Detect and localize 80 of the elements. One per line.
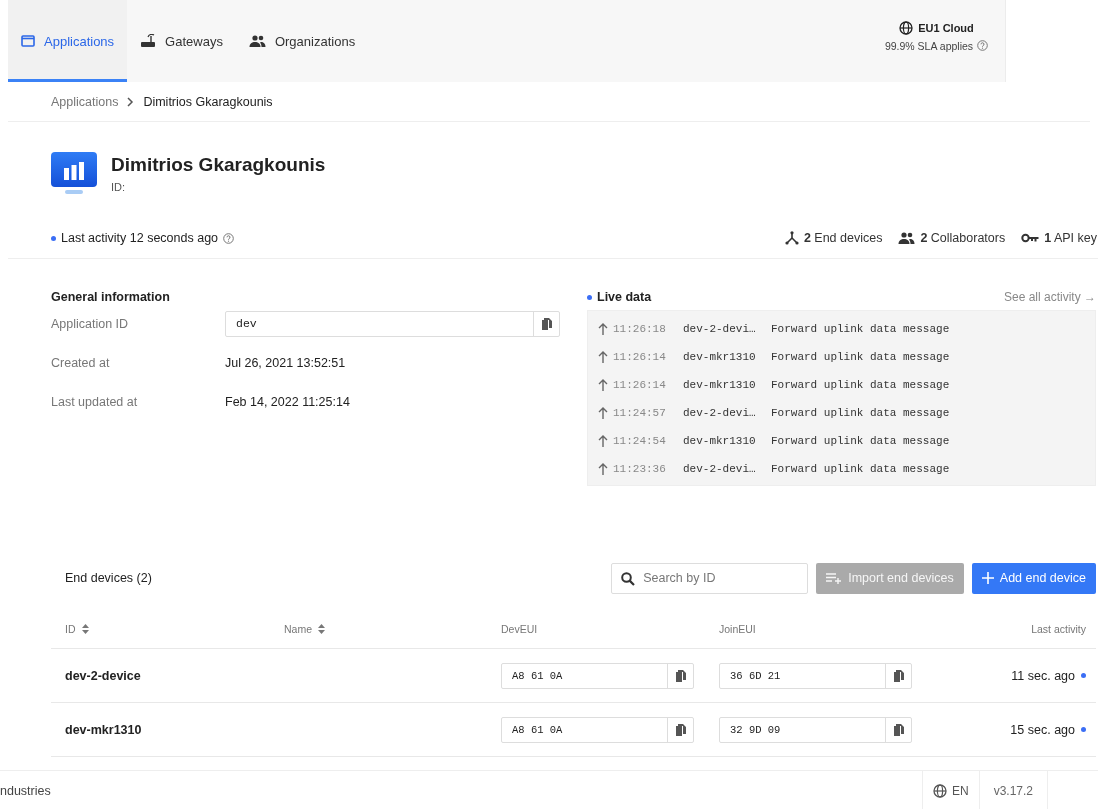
event-message: Forward uplink data message (771, 435, 950, 447)
device-id: dev-mkr1310 (65, 722, 142, 737)
arrow-up-icon (598, 407, 608, 419)
table-title: End devices (2) (64, 571, 152, 585)
event-time: 11:26:14 (613, 379, 667, 391)
event-message: Forward uplink data message (771, 379, 950, 391)
router-icon[interactable] (140, 34, 157, 48)
key-icon (1021, 233, 1040, 243)
help-icon[interactable] (223, 232, 235, 244)
field-value: Feb 14, 2022 11:25:14 (225, 394, 350, 409)
arrow-up-icon (598, 379, 608, 391)
event-message: Forward uplink data message (771, 323, 950, 335)
chevron-icon (127, 96, 135, 107)
arrow-up-icon (598, 435, 608, 447)
section-title: Live data (597, 290, 652, 304)
last-activity-cell: 11 sec. ago (1011, 668, 1075, 683)
footer-text: ndustries (0, 783, 51, 798)
last-activity-text: Last activity 12 seconds ago (61, 231, 219, 245)
id-label: ID: (111, 181, 127, 193)
event-time: 11:23:36 (613, 463, 667, 475)
field-label: Created at (51, 355, 111, 370)
section-title: General information (51, 290, 171, 304)
status-dot (51, 235, 56, 241)
event-device: dev-mkr1310 (683, 351, 757, 363)
status-dot (1081, 727, 1086, 732)
event-time: 11:24:57 (613, 407, 667, 419)
event-device: dev-2-devi… (683, 463, 757, 475)
event-device: dev-2-devi… (683, 407, 757, 419)
event-message: Forward uplink data message (771, 463, 950, 475)
application-icon (51, 152, 97, 196)
event-device: dev-mkr1310 (683, 379, 757, 391)
people-icon[interactable] (248, 35, 266, 47)
branch-icon (784, 231, 799, 245)
event-time: 11:26:18 (613, 323, 667, 335)
field-label: Last updated at (51, 394, 139, 409)
arrow-up-icon (598, 351, 608, 363)
see-all-activity-link[interactable]: See all activity → (1003, 290, 1096, 304)
event-device: dev-mkr1310 (683, 435, 757, 447)
event-message: Forward uplink data message (771, 407, 950, 419)
nav-tab[interactable]: Gateways (127, 0, 236, 82)
plus-icon[interactable] (981, 572, 994, 584)
event-device: dev-2-devi… (683, 323, 757, 335)
application-title: Dimitrios Gkaragkounis (111, 154, 326, 176)
add-button[interactable]: Add end device (971, 562, 1096, 594)
last-activity-cell: 15 sec. ago (1010, 722, 1075, 737)
field-label: Application ID (51, 316, 130, 331)
window-icon[interactable] (21, 35, 35, 47)
language-selector[interactable]: EN (921, 771, 980, 809)
nav-tab[interactable]: Applications (8, 0, 128, 82)
column-header: JoinEUI (719, 623, 756, 635)
column-header: Last activity (1031, 623, 1086, 635)
breadcrumb-link[interactable]: Applications (51, 94, 119, 109)
arrow-up-icon (598, 463, 608, 475)
arrow-up-icon (598, 323, 608, 335)
search-icon (621, 571, 636, 586)
cluster-name: EU1 Cloud (918, 21, 974, 34)
help-icon[interactable] (977, 40, 989, 51)
column-header[interactable]: ID (65, 623, 76, 635)
status-dot (587, 294, 592, 300)
sort-icon[interactable] (318, 624, 325, 634)
sla-text: 99.9% SLA applies (884, 39, 974, 52)
event-time: 11:24:54 (613, 435, 667, 447)
version-text: v3.17.2 (979, 771, 1048, 809)
breadcrumb-current: Dimitrios Gkaragkounis (143, 94, 273, 109)
nav-tab[interactable]: Organizations (235, 0, 369, 82)
stat-link[interactable]: 2 End devices (803, 231, 883, 245)
field-value: Jul 26, 2021 13:52:51 (225, 355, 346, 370)
column-header: DevEUI (501, 623, 538, 635)
globe-icon[interactable] (932, 783, 947, 798)
column-header[interactable]: Name (284, 623, 312, 635)
people-icon (898, 232, 916, 244)
search-field[interactable]: Search by ID (611, 562, 809, 594)
sort-icon[interactable] (81, 624, 89, 634)
globe-icon (899, 20, 914, 35)
stat-link[interactable]: 1 API key (1044, 231, 1097, 245)
device-id: dev-2-device (65, 668, 141, 683)
event-time: 11:26:14 (613, 351, 667, 363)
status-dot (1081, 673, 1086, 678)
event-message: Forward uplink data message (771, 351, 950, 363)
stat-link[interactable]: 2 Collaborators (920, 231, 1006, 245)
